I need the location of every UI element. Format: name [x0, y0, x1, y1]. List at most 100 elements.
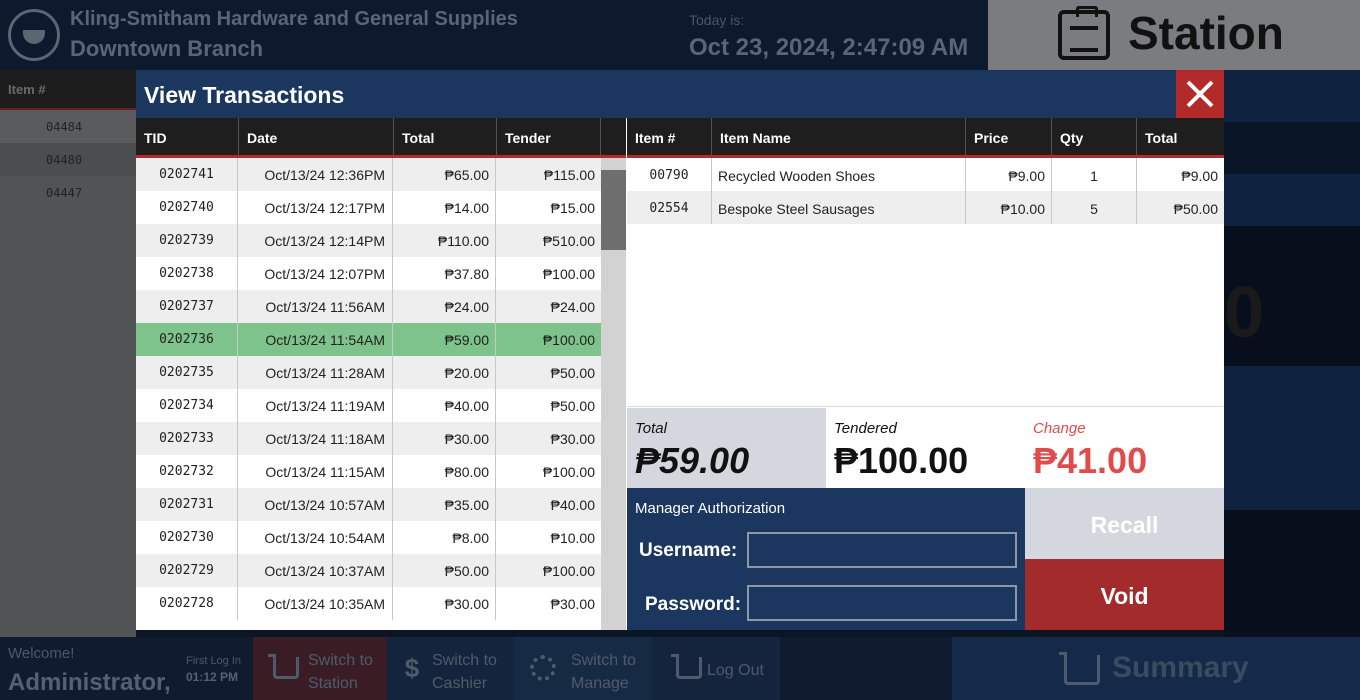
station-indicator: Station — [988, 0, 1360, 70]
log-out-button[interactable]: Log Out — [652, 637, 780, 700]
transactions-table-body: 0202741 Oct/13/24 12:36PM ₱65.00 ₱115.00 020… — [136, 158, 601, 630]
cell-date: Oct/13/24 10:57AM — [238, 488, 393, 521]
cell-total: ₱50.00 — [393, 554, 496, 587]
cell-tender: ₱24.00 — [550, 299, 595, 315]
table-row[interactable]: 0202733 Oct/13/24 11:18AM ₱30.00 ₱30.00 — [136, 422, 601, 455]
table-row[interactable]: 0202735 Oct/13/24 11:28AM ₱20.00 ₱50.00 — [136, 356, 601, 389]
cell-qty: 1 — [1052, 158, 1137, 191]
column-header-tender: Tender — [497, 118, 601, 155]
cell-total: ₱37.80 — [393, 257, 496, 290]
change-label: Change — [1033, 420, 1086, 437]
table-row[interactable]: 0202741 Oct/13/24 12:36PM ₱65.00 ₱115.00 — [136, 158, 601, 191]
today-label: Today is: — [689, 12, 745, 28]
total-summary: Total ₱59.00 — [627, 408, 826, 488]
cell-tid: 0202735 — [136, 356, 238, 389]
close-icon[interactable] — [1176, 70, 1224, 118]
item-number-header: Item # — [0, 70, 136, 110]
view-transactions-dialog: View Transactions TID Date Total Tender … — [136, 70, 1224, 630]
cart-icon — [671, 654, 702, 679]
table-row[interactable]: 0202734 Oct/13/24 11:19AM ₱40.00 ₱50.00 — [136, 389, 601, 422]
password-field[interactable] — [747, 585, 1017, 621]
table-row[interactable]: 0202730 Oct/13/24 10:54AM ₱8.00 ₱10.00 — [136, 521, 601, 554]
switch-to-station-button[interactable]: Switch to Station — [253, 637, 387, 700]
cell-tender: ₱30.00 — [550, 596, 595, 612]
cell-tender: ₱510.00 — [542, 233, 595, 249]
table-row[interactable]: 0202729 Oct/13/24 10:37AM ₱50.00 ₱100.00 — [136, 554, 601, 587]
cell-total: ₱9.00 — [1181, 168, 1218, 184]
table-row[interactable]: 0202738 Oct/13/24 12:07PM ₱37.80 ₱100.00 — [136, 257, 601, 290]
gear-icon — [530, 655, 556, 681]
switch-to-cashier-button[interactable]: $ Switch to Cashier — [387, 637, 514, 700]
password-label: Password: — [645, 594, 742, 615]
total-label: Total — [635, 420, 667, 437]
column-header-item-number: Item # — [627, 118, 712, 155]
column-header-tid: TID — [136, 118, 239, 155]
cell-total: ₱59.00 — [393, 323, 496, 356]
cell-date: Oct/13/24 11:15AM — [238, 455, 393, 488]
table-row[interactable]: 0202740 Oct/13/24 12:17PM ₱14.00 ₱15.00 — [136, 191, 601, 224]
station-label: Station — [1128, 7, 1284, 59]
table-row[interactable]: 0202739 Oct/13/24 12:14PM ₱110.00 ₱510.00 — [136, 224, 601, 257]
summary-button[interactable]: Summary — [952, 637, 1360, 700]
cell-tender: ₱15.00 — [550, 200, 595, 216]
transactions-table-header: TID Date Total Tender — [136, 118, 626, 158]
cell-date: Oct/13/24 11:56AM — [238, 290, 393, 323]
cell-price: ₱9.00 — [966, 158, 1052, 191]
cell-total: ₱50.00 — [1173, 201, 1218, 217]
tendered-summary: Tendered ₱100.00 — [826, 408, 1025, 488]
cell-price: ₱10.00 — [966, 191, 1052, 224]
cell-tender: ₱50.00 — [550, 365, 595, 381]
dollar-icon: $ — [404, 653, 420, 683]
cell-tid: 0202737 — [136, 290, 238, 323]
table-row: 02554 Bespoke Steel Sausages ₱10.00 5 ₱50.00 — [627, 191, 1224, 224]
table-row[interactable]: 0202736 Oct/13/24 11:54AM ₱59.00 ₱100.00 — [136, 323, 601, 356]
table-row[interactable]: 0202728 Oct/13/24 10:35AM ₱30.00 ₱30.00 — [136, 587, 601, 620]
void-button[interactable]: Void — [1025, 559, 1224, 630]
tendered-label: Tendered — [834, 420, 897, 437]
store-logo-icon — [8, 9, 60, 61]
cell-tender: ₱100.00 — [542, 563, 595, 579]
table-row[interactable]: 0202732 Oct/13/24 11:15AM ₱80.00 ₱100.00 — [136, 455, 601, 488]
cell-total: ₱20.00 — [393, 356, 496, 389]
cell-date: Oct/13/24 11:18AM — [238, 422, 393, 455]
cell-total: ₱80.00 — [393, 455, 496, 488]
user-name: Administrator, — [8, 669, 171, 696]
cell-total: ₱110.00 — [393, 224, 496, 257]
table-row[interactable]: 0202737 Oct/13/24 11:56AM ₱24.00 ₱24.00 — [136, 290, 601, 323]
bottom-bar: Welcome! Administrator, First Log In 01:… — [0, 637, 1360, 700]
cell-num: 02554 — [627, 191, 712, 224]
background-item-list: Item # 04484 04480 04447 — [0, 70, 136, 637]
cell-date: Oct/13/24 12:36PM — [238, 158, 393, 191]
cell-tender: ₱30.00 — [550, 431, 595, 447]
tendered-value: ₱100.00 — [834, 440, 969, 481]
cell-tid: 0202739 — [136, 224, 238, 257]
cell-date: Oct/13/24 10:35AM — [238, 587, 393, 620]
welcome-text: Welcome! — [8, 645, 75, 662]
background-right-panel: 0 — [1224, 70, 1360, 637]
top-bar: Kling-Smitham Hardware and General Suppl… — [0, 0, 988, 70]
dialog-header: View Transactions — [136, 70, 1224, 118]
recall-button[interactable]: Recall — [1025, 488, 1224, 559]
table-row[interactable]: 0202731 Oct/13/24 10:57AM ₱35.00 ₱40.00 — [136, 488, 601, 521]
column-header-date: Date — [239, 118, 394, 155]
table-row: 00790 Recycled Wooden Shoes ₱9.00 1 ₱9.00 — [627, 158, 1224, 191]
cell-date: Oct/13/24 11:28AM — [238, 356, 393, 389]
cell-tid: 0202738 — [136, 257, 238, 290]
cell-total: ₱24.00 — [393, 290, 496, 323]
switch-to-manage-button[interactable]: Switch to Manage — [514, 637, 652, 700]
transactions-scrollbar[interactable] — [601, 158, 626, 630]
cell-date: Oct/13/24 12:14PM — [238, 224, 393, 257]
cell-date: Oct/13/24 12:17PM — [238, 191, 393, 224]
cell-tid: 0202732 — [136, 455, 238, 488]
username-field[interactable] — [747, 532, 1017, 568]
cell-tid: 0202733 — [136, 422, 238, 455]
cell-tid: 0202734 — [136, 389, 238, 422]
cell-total: ₱8.00 — [393, 521, 496, 554]
cell-tender: ₱50.00 — [550, 398, 595, 414]
cell-date: Oct/13/24 12:07PM — [238, 257, 393, 290]
scroll-thumb[interactable] — [601, 170, 626, 250]
cell-name: Recycled Wooden Shoes — [712, 158, 966, 191]
column-header-item-total: Total — [1145, 130, 1178, 146]
cell-num: 00790 — [627, 158, 712, 191]
manager-authorization-title: Manager Authorization — [635, 500, 786, 517]
